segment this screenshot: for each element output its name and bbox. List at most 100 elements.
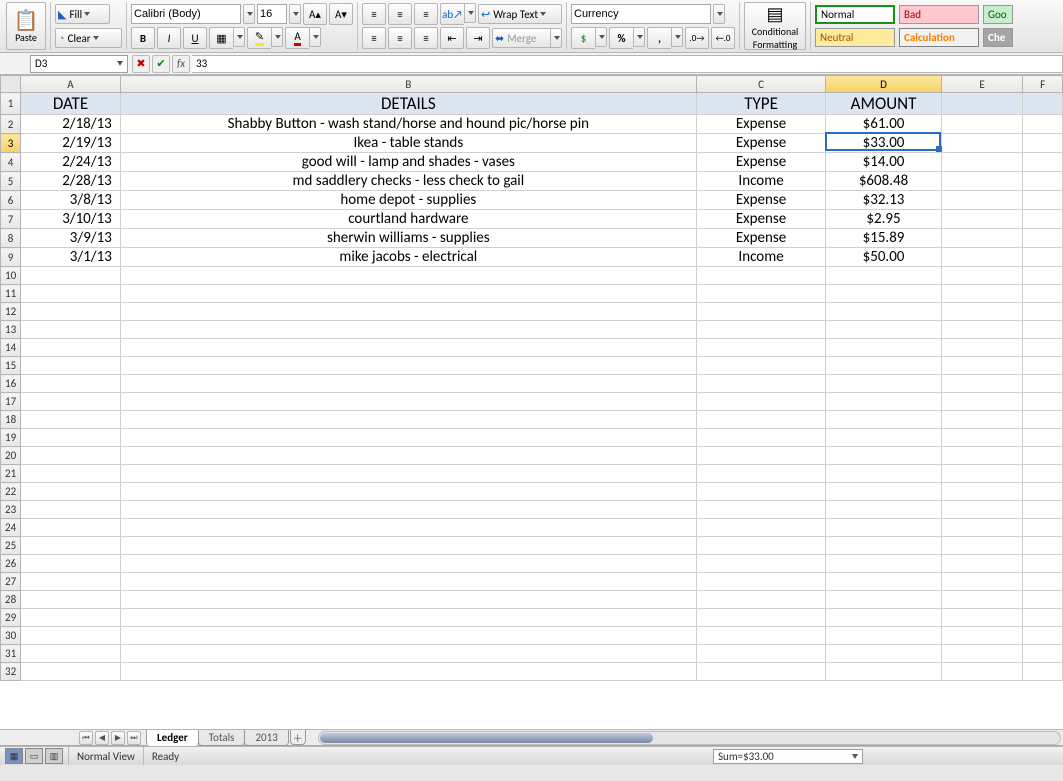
cell[interactable] bbox=[941, 393, 1022, 411]
cell[interactable] bbox=[120, 285, 696, 303]
style-check[interactable]: Che bbox=[983, 28, 1013, 47]
shrink-font-button[interactable]: A▾ bbox=[329, 3, 353, 25]
worksheet[interactable]: ABCDEF 1DATEDETAILSTYPEAMOUNT22/18/13Sha… bbox=[0, 75, 1063, 729]
cell[interactable] bbox=[941, 357, 1022, 375]
cell[interactable] bbox=[120, 519, 696, 537]
font-color-button[interactable]: A bbox=[285, 27, 309, 49]
cell[interactable] bbox=[1023, 627, 1063, 645]
cell[interactable] bbox=[696, 321, 825, 339]
cell[interactable] bbox=[696, 663, 825, 681]
row-header-1[interactable]: 1 bbox=[1, 93, 21, 115]
cell[interactable] bbox=[826, 501, 942, 519]
cell[interactable] bbox=[21, 303, 121, 321]
cell[interactable] bbox=[1023, 537, 1063, 555]
cell-type[interactable]: Expense bbox=[696, 229, 825, 248]
cell-amount[interactable]: $50.00 bbox=[826, 248, 942, 267]
cell-date[interactable]: 3/10/13 bbox=[21, 210, 121, 229]
row-header-24[interactable]: 24 bbox=[1, 519, 21, 537]
row-header-26[interactable]: 26 bbox=[1, 555, 21, 573]
row-header-12[interactable]: 12 bbox=[1, 303, 21, 321]
cell[interactable] bbox=[941, 429, 1022, 447]
cell[interactable] bbox=[826, 393, 942, 411]
cell[interactable] bbox=[941, 93, 1022, 115]
cell[interactable] bbox=[826, 483, 942, 501]
row-header-31[interactable]: 31 bbox=[1, 645, 21, 663]
cell[interactable] bbox=[21, 357, 121, 375]
cell[interactable] bbox=[696, 645, 825, 663]
cell[interactable] bbox=[21, 573, 121, 591]
col-header-E[interactable]: E bbox=[941, 76, 1022, 93]
cell[interactable] bbox=[21, 609, 121, 627]
cell-date[interactable]: 2/18/13 bbox=[21, 115, 121, 134]
cell[interactable] bbox=[1023, 339, 1063, 357]
cell[interactable] bbox=[21, 411, 121, 429]
cell[interactable] bbox=[1023, 645, 1063, 663]
cell-details[interactable]: home depot - supplies bbox=[120, 191, 696, 210]
col-header-C[interactable]: C bbox=[696, 76, 825, 93]
cell[interactable] bbox=[941, 339, 1022, 357]
align-right-button[interactable]: ≡ bbox=[414, 27, 438, 49]
cell[interactable] bbox=[120, 411, 696, 429]
cell[interactable] bbox=[21, 285, 121, 303]
col-header-A[interactable]: A bbox=[21, 76, 121, 93]
align-bottom-button[interactable]: ≡ bbox=[414, 3, 438, 25]
row-header-11[interactable]: 11 bbox=[1, 285, 21, 303]
row-header-4[interactable]: 4 bbox=[1, 153, 21, 172]
cell[interactable] bbox=[21, 267, 121, 285]
accounting-button[interactable]: $ bbox=[571, 27, 595, 49]
row-header-10[interactable]: 10 bbox=[1, 267, 21, 285]
cell[interactable] bbox=[941, 483, 1022, 501]
cell[interactable] bbox=[1023, 573, 1063, 591]
cell[interactable] bbox=[941, 447, 1022, 465]
cell-details[interactable]: Shabby Button - wash stand/horse and hou… bbox=[120, 115, 696, 134]
view-normal-button[interactable]: ▦ bbox=[5, 748, 23, 764]
cell[interactable] bbox=[826, 591, 942, 609]
cell[interactable] bbox=[696, 591, 825, 609]
row-header-17[interactable]: 17 bbox=[1, 393, 21, 411]
cell[interactable] bbox=[1023, 609, 1063, 627]
cell[interactable] bbox=[941, 267, 1022, 285]
cell[interactable] bbox=[941, 321, 1022, 339]
fill-button[interactable]: ◣ Fill bbox=[55, 4, 110, 24]
cell[interactable] bbox=[21, 519, 121, 537]
cell[interactable] bbox=[941, 248, 1022, 267]
cell[interactable] bbox=[1023, 447, 1063, 465]
row-header-22[interactable]: 22 bbox=[1, 483, 21, 501]
cell[interactable] bbox=[120, 501, 696, 519]
cell[interactable] bbox=[826, 555, 942, 573]
cell[interactable] bbox=[941, 134, 1022, 153]
number-format-dd[interactable] bbox=[713, 4, 725, 24]
cell[interactable] bbox=[21, 339, 121, 357]
col-header-F[interactable]: F bbox=[1023, 76, 1063, 93]
cell-amount[interactable]: $15.89 bbox=[826, 229, 942, 248]
increase-decimal-button[interactable]: .0→ bbox=[685, 27, 709, 49]
cell[interactable] bbox=[120, 537, 696, 555]
cell-type[interactable]: Expense bbox=[696, 153, 825, 172]
cell[interactable] bbox=[1023, 115, 1063, 134]
cell[interactable] bbox=[696, 429, 825, 447]
cell[interactable] bbox=[120, 447, 696, 465]
cond-format-button[interactable]: ▤ Conditional Formatting bbox=[744, 2, 806, 50]
cell[interactable] bbox=[826, 303, 942, 321]
cell[interactable] bbox=[1023, 519, 1063, 537]
style-calculation[interactable]: Calculation bbox=[899, 28, 979, 47]
header-type[interactable]: TYPE bbox=[696, 93, 825, 115]
cell-type[interactable]: Income bbox=[696, 172, 825, 191]
cell[interactable] bbox=[1023, 357, 1063, 375]
cell[interactable] bbox=[1023, 483, 1063, 501]
cell[interactable] bbox=[826, 519, 942, 537]
header-details[interactable]: DETAILS bbox=[120, 93, 696, 115]
cell[interactable] bbox=[826, 627, 942, 645]
cell[interactable] bbox=[1023, 393, 1063, 411]
cell[interactable] bbox=[120, 267, 696, 285]
cell[interactable] bbox=[21, 393, 121, 411]
cell[interactable] bbox=[941, 609, 1022, 627]
percent-button[interactable]: % bbox=[609, 27, 633, 49]
font-name-dd[interactable] bbox=[243, 4, 255, 24]
cell[interactable] bbox=[696, 519, 825, 537]
cell[interactable] bbox=[1023, 285, 1063, 303]
borders-button[interactable]: ▦ bbox=[209, 27, 233, 49]
cell-date[interactable]: 3/9/13 bbox=[21, 229, 121, 248]
row-header-19[interactable]: 19 bbox=[1, 429, 21, 447]
tab-nav-first[interactable]: ⏮ bbox=[79, 731, 93, 745]
